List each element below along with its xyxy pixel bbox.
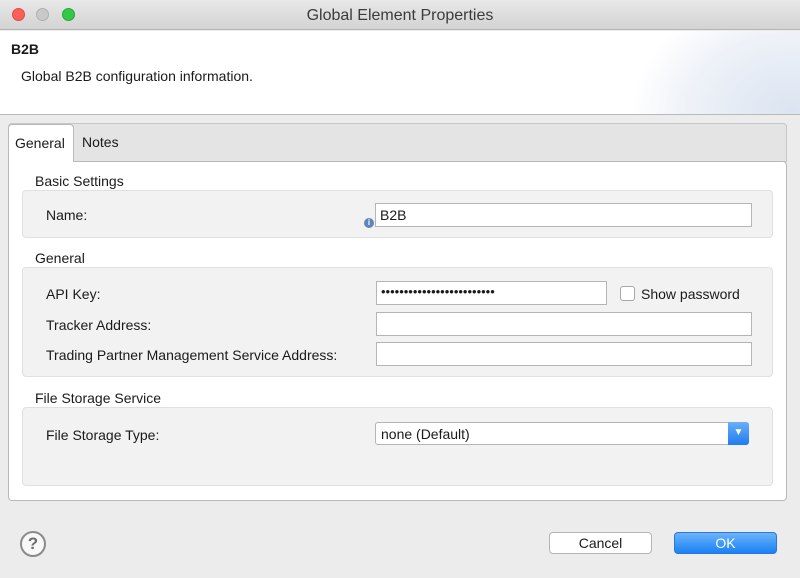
general-section-label: General bbox=[35, 250, 85, 266]
file-storage-type-select[interactable]: none (Default) ▼ bbox=[375, 422, 749, 445]
tpm-address-input[interactable] bbox=[376, 342, 752, 366]
api-key-input[interactable]: ••••••••••••••••••••••••• bbox=[376, 281, 607, 305]
header-description: Global B2B configuration information. bbox=[21, 68, 253, 84]
name-label: Name: bbox=[46, 207, 88, 223]
title-bar: Global Element Properties bbox=[0, 0, 800, 30]
file-storage-type-label: File Storage Type: bbox=[46, 427, 160, 443]
tab-notes[interactable]: Notes bbox=[76, 124, 132, 162]
file-storage-type-value: none (Default) bbox=[381, 426, 470, 442]
show-password-checkbox[interactable] bbox=[620, 286, 635, 301]
tpm-address-label: Trading Partner Management Service Addre… bbox=[46, 347, 338, 363]
cancel-button[interactable]: Cancel bbox=[549, 532, 652, 554]
window-title: Global Element Properties bbox=[306, 7, 494, 24]
tracker-address-label: Tracker Address: bbox=[46, 317, 152, 333]
show-password-label: Show password bbox=[641, 286, 740, 302]
help-icon[interactable]: ? bbox=[20, 531, 46, 557]
file-storage-label: File Storage Service bbox=[35, 390, 162, 406]
name-input[interactable] bbox=[375, 203, 752, 227]
dialog-header: B2B Global B2B configuration information… bbox=[0, 31, 800, 115]
header-decoration bbox=[630, 31, 800, 114]
tracker-address-input[interactable] bbox=[376, 312, 752, 336]
tab-general[interactable]: General bbox=[8, 124, 74, 162]
basic-settings-label: Basic Settings bbox=[35, 173, 124, 189]
api-key-label: API Key: bbox=[46, 286, 101, 302]
info-icon: i bbox=[364, 218, 374, 228]
file-storage-group bbox=[22, 407, 773, 486]
ok-button[interactable]: OK bbox=[674, 532, 777, 554]
header-title: B2B bbox=[11, 41, 40, 57]
chevron-down-icon[interactable]: ▼ bbox=[728, 422, 749, 445]
